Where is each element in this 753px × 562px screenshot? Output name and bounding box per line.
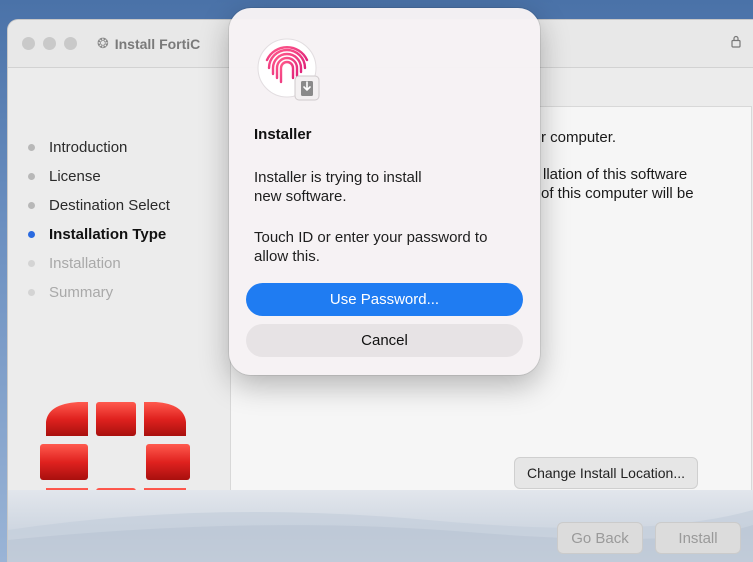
step-bullet-active (28, 231, 35, 238)
lock-icon (731, 35, 741, 51)
step-bullet (28, 202, 35, 209)
installer-steps-sidebar: Introduction License Destination Select … (28, 133, 170, 307)
step-bullet (28, 173, 35, 180)
dialog-message-line-1: Installer is trying to install (254, 169, 422, 186)
window-title: Install FortiC (114, 35, 201, 52)
step-introduction: Introduction (28, 133, 170, 162)
dialog-message-line-2: new software. (254, 188, 347, 205)
content-text-line-2: llation of this software (543, 166, 688, 183)
step-label: License (49, 168, 101, 185)
step-license: License (28, 162, 170, 191)
minimize-window-button[interactable] (43, 37, 56, 50)
dialog-prompt-line-1: Touch ID or enter your password to (254, 229, 488, 246)
authorization-dialog: Installer Installer is trying to install… (229, 8, 540, 375)
step-destination-select: Destination Select (28, 191, 170, 220)
use-password-button[interactable]: Use Password... (246, 283, 523, 316)
touch-id-fingerprint-icon (257, 38, 323, 104)
package-icon: ❂ (97, 35, 109, 51)
content-text-line-3: of this computer will be (541, 185, 694, 202)
step-label: Summary (49, 284, 114, 301)
cancel-button[interactable]: Cancel (246, 324, 523, 357)
step-label: Introduction (49, 139, 128, 156)
content-text-line-1: r computer. (541, 129, 617, 146)
step-label: Installation (49, 255, 121, 272)
step-installation-type: Installation Type (28, 220, 170, 249)
dialog-title: Installer (254, 126, 312, 143)
step-bullet (28, 260, 35, 267)
close-window-button[interactable] (22, 37, 35, 50)
step-bullet (28, 289, 35, 296)
zoom-window-button[interactable] (64, 37, 77, 50)
change-install-location-button[interactable]: Change Install Location... (514, 457, 698, 489)
go-back-button[interactable]: Go Back (557, 522, 643, 554)
dialog-prompt-line-2: allow this. (254, 248, 320, 265)
step-label: Destination Select (49, 197, 170, 214)
step-summary: Summary (28, 278, 170, 307)
step-label: Installation Type (49, 226, 167, 243)
install-button[interactable]: Install (655, 522, 741, 554)
step-installation: Installation (28, 249, 170, 278)
step-bullet (28, 144, 35, 151)
